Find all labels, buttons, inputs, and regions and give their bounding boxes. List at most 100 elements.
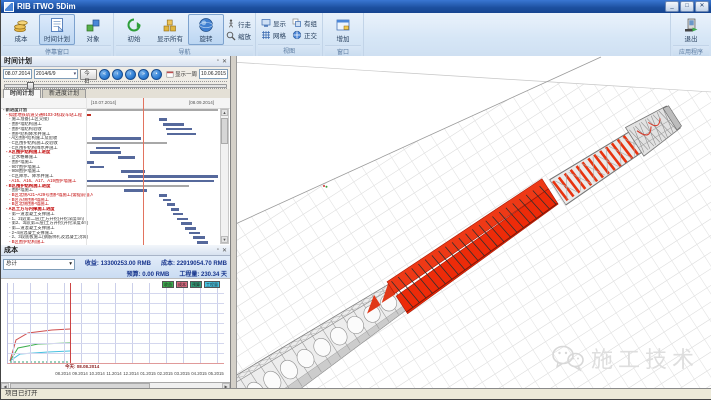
gantt-bar[interactable] bbox=[92, 137, 140, 140]
display-icon bbox=[261, 18, 271, 28]
cost-button[interactable]: 成本 bbox=[3, 14, 39, 45]
gantt-bar[interactable] bbox=[87, 185, 189, 187]
gantt-bar[interactable] bbox=[90, 151, 121, 154]
gantt-bar[interactable] bbox=[197, 241, 207, 244]
gantt-chart[interactable]: [10.07.2014] [08.09.2014] - 新进度计划- 拟建地铁轨… bbox=[1, 98, 230, 245]
gantt-bar[interactable] bbox=[159, 194, 167, 197]
nav-buttons: «‹›»• bbox=[99, 69, 162, 80]
cost-summary-item: 成本: 22919054.70 RMB bbox=[161, 258, 227, 267]
exit-button[interactable]: 退出 bbox=[673, 14, 709, 45]
gantt-bar[interactable] bbox=[189, 232, 199, 235]
gantt-bar[interactable] bbox=[121, 170, 145, 173]
model-viewport[interactable]: 施工技术 bbox=[237, 56, 711, 390]
timeline-slider[interactable] bbox=[1, 81, 230, 89]
gantt-bar[interactable] bbox=[173, 213, 182, 216]
start-date-field[interactable]: 08.07.2014 bbox=[3, 69, 32, 79]
gantt-bar[interactable] bbox=[167, 203, 175, 206]
nav-round-button[interactable]: » bbox=[138, 69, 149, 80]
wechat-icon bbox=[551, 344, 585, 372]
gantt-bar[interactable] bbox=[159, 118, 167, 121]
legend-chip: 成本 bbox=[176, 281, 188, 288]
schedule-button-label: 时间计划 bbox=[44, 33, 70, 43]
zoom-button[interactable]: 缩放 bbox=[226, 31, 251, 41]
window-title: RIB iTWO 5Dim bbox=[17, 2, 664, 11]
show-all-button[interactable]: 显示所有 bbox=[152, 14, 188, 45]
walk-button[interactable]: 行走 bbox=[226, 19, 251, 29]
nav-round-button[interactable]: ‹ bbox=[112, 69, 123, 80]
scroll-down-icon[interactable]: ▼ bbox=[221, 236, 228, 243]
gantt-bar[interactable] bbox=[90, 166, 104, 169]
chevron-down-icon: ▾ bbox=[74, 70, 77, 78]
close-panel-icon[interactable]: ✕ bbox=[222, 247, 227, 254]
gold-cubes-icon bbox=[162, 17, 178, 33]
tab-new-schedule[interactable]: 新进度计划 bbox=[42, 89, 86, 98]
cost-chart[interactable]: 收益成本预算工程量 今天: 08.08.2014 08.201409.20141… bbox=[1, 278, 230, 383]
cost-plot-area bbox=[7, 283, 224, 364]
pin-icon[interactable]: ▫ bbox=[217, 58, 219, 64]
nav-round-button[interactable]: « bbox=[99, 69, 110, 80]
gantt-bar[interactable] bbox=[87, 142, 167, 144]
rotate-label: 旋转 bbox=[200, 33, 213, 43]
schedule-panel: 时间计划 ▫ ✕ 08.07.2014 2014/6/9 ▾ 今日 «‹›»• … bbox=[1, 56, 231, 390]
watermark-text: 施工技术 bbox=[591, 342, 699, 374]
gantt-bar[interactable] bbox=[96, 147, 120, 150]
gantt-bar[interactable] bbox=[181, 222, 191, 225]
grid-button[interactable]: 网格 bbox=[261, 30, 286, 40]
add-window-icon bbox=[335, 17, 351, 33]
gantt-bar[interactable] bbox=[128, 175, 218, 178]
cost-x-axis-labels: 08.201409.201410.201411.201412.201401.20… bbox=[1, 371, 230, 377]
zoom-label: 缩放 bbox=[238, 31, 251, 41]
end-date-field[interactable]: 10.06.2015 bbox=[199, 69, 228, 79]
grouped-label: 有组 bbox=[304, 18, 317, 28]
objects-button[interactable]: 对象 bbox=[75, 14, 111, 45]
gantt-bar[interactable] bbox=[163, 199, 171, 202]
ribbon: 成本 时间计划 对象 停靠窗口 初始 bbox=[1, 13, 711, 57]
cost-toolbar: 总计 ▾ 收益: 13300253.00 RMB成本: 22919054.70 … bbox=[1, 256, 230, 279]
rotate-button[interactable]: 旋转 bbox=[188, 14, 224, 45]
gantt-bar[interactable] bbox=[185, 227, 195, 230]
scroll-thumb[interactable] bbox=[221, 118, 228, 144]
gantt-bar[interactable] bbox=[87, 109, 218, 111]
maximize-button[interactable]: □ bbox=[680, 1, 694, 12]
today-button[interactable]: 今日 bbox=[80, 69, 97, 80]
x-axis-label: 10.2014 bbox=[89, 371, 105, 376]
close-panel-icon[interactable]: ✕ bbox=[222, 58, 227, 65]
nav-round-button[interactable]: • bbox=[151, 69, 162, 80]
date-picker-value: 2014/6/9 bbox=[36, 70, 55, 78]
gantt-bar[interactable] bbox=[193, 236, 205, 239]
tab-schedule[interactable]: 时间计划 bbox=[3, 89, 41, 98]
gantt-bar[interactable] bbox=[177, 218, 187, 221]
display-button[interactable]: 显示 bbox=[261, 18, 286, 28]
show-week-control[interactable]: 显示一周 bbox=[166, 70, 197, 78]
gantt-bar[interactable] bbox=[166, 128, 192, 131]
calendar-icon bbox=[166, 70, 174, 78]
gantt-bar[interactable] bbox=[171, 208, 179, 211]
gantt-vertical-scrollbar[interactable]: ▲ ▼ bbox=[220, 108, 229, 244]
cost-scope-dropdown[interactable]: 总计 ▾ bbox=[3, 259, 75, 270]
gantt-bar[interactable] bbox=[163, 123, 184, 126]
schedule-button[interactable]: 时间计划 bbox=[39, 14, 75, 45]
gridline bbox=[8, 303, 224, 304]
gantt-bar[interactable] bbox=[118, 156, 135, 159]
ribbon-group-view-label: 视图 bbox=[258, 44, 320, 56]
grid-icon bbox=[261, 30, 271, 40]
nav-round-button[interactable]: › bbox=[125, 69, 136, 80]
minimize-button[interactable]: _ bbox=[665, 1, 679, 12]
date-picker-dropdown[interactable]: 2014/6/9 ▾ bbox=[34, 69, 78, 79]
gantt-bar[interactable] bbox=[87, 114, 91, 117]
initial-view-button[interactable]: 初始 bbox=[116, 14, 152, 45]
gantt-divider bbox=[86, 98, 87, 245]
gantt-bar[interactable] bbox=[87, 161, 94, 164]
gantt-bar[interactable] bbox=[87, 180, 214, 183]
add-window-button[interactable]: 增加 bbox=[325, 14, 361, 45]
grid-label: 网格 bbox=[273, 30, 286, 40]
x-axis-label: 05.2015 bbox=[208, 371, 224, 376]
grouped-button[interactable]: 有组 bbox=[292, 18, 317, 28]
gantt-bar[interactable] bbox=[167, 133, 196, 136]
ortho-button[interactable]: 正交 bbox=[292, 30, 317, 40]
scroll-up-icon[interactable]: ▲ bbox=[221, 109, 228, 116]
exit-label: 退出 bbox=[685, 33, 698, 43]
pin-icon[interactable]: ▫ bbox=[217, 247, 219, 253]
close-button[interactable]: ✕ bbox=[695, 1, 709, 12]
x-axis-label: 12.2014 bbox=[123, 371, 139, 376]
